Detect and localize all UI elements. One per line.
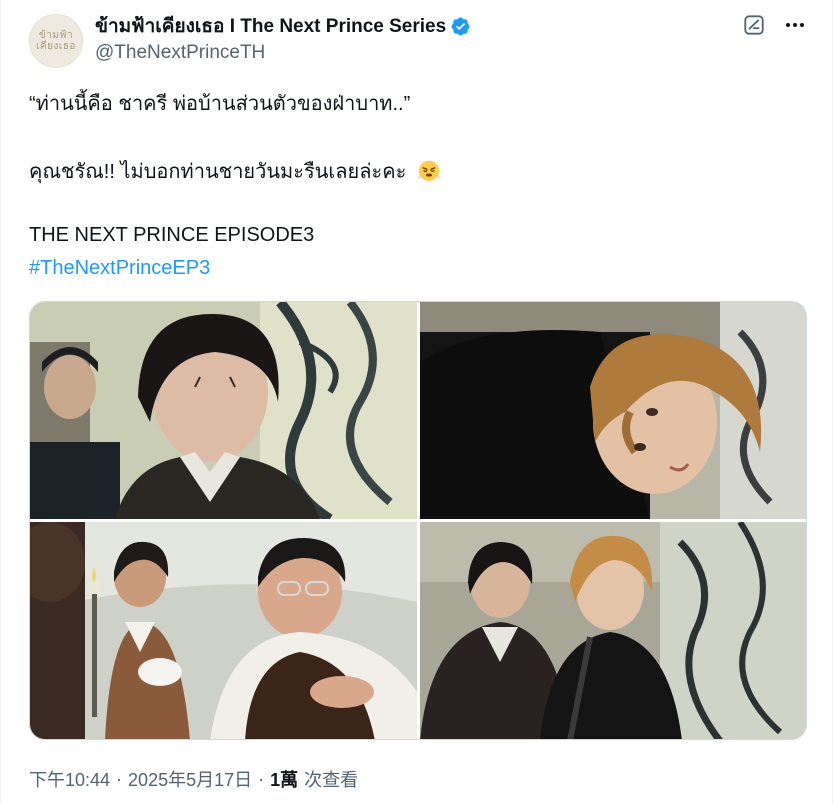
photo-1-image xyxy=(30,302,417,519)
tweet-container: ข้ามฟ้า เคียงเธอ ข้ามฟ้าเคียงเธอ I The N… xyxy=(0,0,833,804)
avatar-logo-line-1: ข้ามฟ้า xyxy=(38,30,74,41)
tweet-text-line-1: “ท่านนี้คือ ชาครี พ่อบ้านส่วนตัวของฝ่าบา… xyxy=(29,93,411,115)
meta-separator-1: · xyxy=(116,768,123,789)
tweet-text-line-2: คุณชรัณ!! ไม่บอกท่านชายวันมะรืนเลยล่ะคะ xyxy=(29,157,442,185)
photo-4-image xyxy=(420,522,806,739)
tweet-meta: 下午10:44 · 2025年5月17日 · 1萬 次查看 xyxy=(29,766,358,792)
photo-1[interactable] xyxy=(30,302,417,519)
more-options-icon[interactable] xyxy=(782,14,808,36)
author-handle[interactable]: @TheNextPrinceTH xyxy=(95,42,265,64)
media-grid xyxy=(29,301,807,740)
photo-2[interactable] xyxy=(420,302,806,519)
author-display-name[interactable]: ข้ามฟ้าเคียงเธอ I The Next Prince Series xyxy=(95,11,446,41)
author-avatar[interactable]: ข้ามฟ้า เคียงเธอ xyxy=(29,14,83,68)
tweet-date[interactable]: 2025年5月17日 xyxy=(128,766,252,792)
photo-2-image xyxy=(420,302,806,519)
grok-icon[interactable] xyxy=(743,14,765,36)
photo-3[interactable] xyxy=(30,522,417,739)
photo-3-image xyxy=(30,522,417,739)
views-label: 次查看 xyxy=(304,770,359,790)
hashtag-link[interactable]: #TheNextPrinceEP3 xyxy=(29,255,210,281)
face-with-steam-icon xyxy=(417,160,441,181)
avatar-logo-line-2: เคียงเธอ xyxy=(36,41,76,52)
tweet-time[interactable]: 下午10:44 xyxy=(29,766,110,792)
photo-4[interactable] xyxy=(420,522,806,739)
tweet-text-line-3: THE NEXT PRINCE EPISODE3 xyxy=(29,224,315,246)
tweet-text-line-2-text: คุณชรัณ!! ไม่บอกท่านชายวันมะรืนเลยล่ะคะ xyxy=(29,161,407,183)
meta-separator-2: · xyxy=(258,768,265,789)
views-count: 1萬 xyxy=(270,770,299,790)
verified-badge-icon xyxy=(451,17,470,35)
avatar-logo: ข้ามฟ้า เคียงเธอ xyxy=(36,30,76,52)
author-name-row[interactable]: ข้ามฟ้าเคียงเธอ I The Next Prince Series xyxy=(95,14,471,38)
